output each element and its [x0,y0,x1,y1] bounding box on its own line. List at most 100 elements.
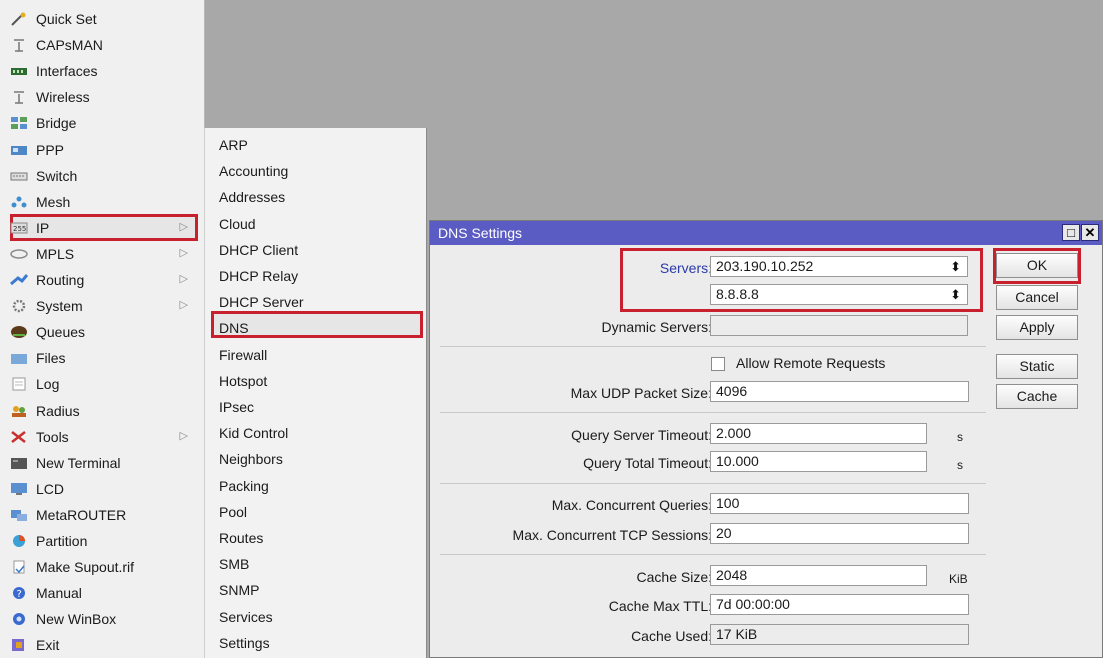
static-button[interactable]: Static [996,354,1078,379]
menu-item-new-winbox[interactable]: New WinBox [0,606,204,632]
users-icon [10,404,28,418]
winbox-icon [10,612,28,626]
menu-item-label: Routing [36,272,85,288]
menu-item-queues[interactable]: Queues [0,319,204,345]
menu-item-tools[interactable]: Tools ▷ [0,424,204,450]
cache-max-ttl-label: Cache Max TTL: [608,598,712,614]
cache-button[interactable]: Cache [996,384,1078,409]
query-server-timeout-field[interactable]: 2.000 [710,423,927,444]
submenu-item-packing[interactable]: Packing [205,473,427,499]
ok-button[interactable]: OK [996,253,1078,278]
submenu-item-dns[interactable]: DNS [205,315,427,341]
cache-size-field[interactable]: 2048 [710,565,927,586]
menu-item-routing[interactable]: Routing ▷ [0,267,204,293]
allow-remote-requests-checkbox[interactable] [711,357,725,371]
menu-item-switch[interactable]: Switch [0,163,204,189]
menu-item-wireless[interactable]: Wireless [0,84,204,110]
submenu-item-hotspot[interactable]: Hotspot [205,368,427,394]
wizard-icon [10,12,28,26]
menu-item-capsman[interactable]: CAPsMAN [0,32,204,58]
menu-item-metarouter[interactable]: MetaROUTER [0,502,204,528]
ip-submenu: ARP Accounting Addresses Cloud DHCP Client DH… [204,128,427,658]
submenu-item-ipsec[interactable]: IPsec [205,394,427,420]
submenu-item-cloud[interactable]: Cloud [205,211,427,237]
menu-item-label: Tools [36,428,69,445]
menu-item-ip[interactable]: 255 IP ▷ [0,215,204,241]
updown-arrow-icon[interactable]: ⬍ [950,286,961,303]
menu-item-label: Wireless [36,89,90,106]
cache-used-field: 17 KiB [710,624,969,645]
submenu-item-smb[interactable]: SMB [205,551,427,577]
dynamic-servers-label: Dynamic Servers: [601,319,712,335]
dns-server-2-field[interactable]: 8.8.8.8 ⬍ [710,284,968,305]
dns-server-1-value: 203.190.10.252 [716,258,814,274]
menu-item-mesh[interactable]: Mesh [0,189,204,215]
query-total-timeout-field[interactable]: 10.000 [710,451,927,472]
menu-item-ppp[interactable]: PPP [0,137,204,163]
submenu-item-dhcp-relay[interactable]: DHCP Relay [205,263,427,289]
mpls-icon [10,247,28,261]
submenu-item-settings[interactable]: Settings [205,630,427,656]
svg-text:255: 255 [13,225,26,233]
apply-button[interactable]: Apply [996,315,1078,340]
submenu-item-neighbors[interactable]: Neighbors [205,446,427,472]
cache-max-ttl-field[interactable]: 7d 00:00:00 [710,594,969,615]
menu-item-label: New WinBox [36,611,117,628]
seconds-unit: s [957,430,963,444]
menu-item-exit[interactable]: Exit [0,632,204,658]
submenu-item-routes[interactable]: Routes [205,525,427,551]
menu-item-label: Radius [36,402,80,419]
menu-item-interfaces[interactable]: Interfaces [0,58,204,84]
menu-item-bridge[interactable]: Bridge [0,110,204,136]
file-icon [10,560,28,574]
window-titlebar[interactable]: DNS Settings □ ✕ [430,221,1102,245]
menu-item-new-terminal[interactable]: New Terminal [0,450,204,476]
menu-item-partition[interactable]: Partition [0,528,204,554]
submenu-item-snmp[interactable]: SNMP [205,577,427,603]
menu-item-label: PPP [36,141,65,158]
submenu-item-arp[interactable]: ARP [205,132,427,158]
menu-item-system[interactable]: System ▷ [0,293,204,319]
menu-item-label: Queues [36,324,86,341]
submenu-item-dhcp-server[interactable]: DHCP Server [205,289,427,315]
submenu-arrow-icon: ▷ [179,299,188,312]
menu-item-log[interactable]: Log [0,371,204,397]
menu-item-manual[interactable]: ? Manual [0,580,204,606]
queues-icon [10,325,28,339]
ppp-icon [10,143,28,157]
menu-item-label: IP [36,219,50,236]
menu-item-make-supout-rif[interactable]: Make Supout.rif [0,554,204,580]
ip-icon: 255 [10,221,28,235]
kib-unit: KiB [949,572,968,586]
query-total-timeout-label: Query Total Timeout: [583,455,712,471]
max-udp-packet-size-field[interactable]: 4096 [710,381,969,402]
menu-item-quick-set[interactable]: Quick Set [0,6,204,32]
submenu-item-kid-control[interactable]: Kid Control [205,420,427,446]
menu-item-label: Partition [36,533,88,549]
cache-size-label: Cache Size: [636,569,712,585]
submenu-item-accounting[interactable]: Accounting [205,158,427,184]
submenu-item-addresses[interactable]: Addresses [205,184,427,210]
submenu-item-firewall[interactable]: Firewall [205,342,427,368]
monitor-icon [10,482,28,496]
restore-icon[interactable]: □ [1062,224,1080,241]
updown-arrow-icon[interactable]: ⬍ [950,258,961,275]
submenu-item-dhcp-client[interactable]: DHCP Client [205,237,427,263]
menu-item-mpls[interactable]: MPLS ▷ [0,241,204,267]
submenu-item-pool[interactable]: Pool [205,499,427,525]
menu-item-lcd[interactable]: LCD [0,476,204,502]
menu-item-label: MPLS [36,245,75,262]
max-concurrent-queries-field[interactable]: 100 [710,493,969,514]
bridge-icon [10,116,28,130]
window-title: DNS Settings [438,225,523,241]
submenu-item-services[interactable]: Services [205,604,427,630]
menu-item-files[interactable]: Files [0,345,204,371]
menu-item-radius[interactable]: Radius [0,398,204,424]
max-concurrent-tcp-sessions-label: Max. Concurrent TCP Sessions: [512,527,712,543]
cancel-button[interactable]: Cancel [996,285,1078,310]
seconds-unit: s [957,458,963,472]
dns-server-1-field[interactable]: 203.190.10.252 ⬍ [710,256,968,277]
close-icon[interactable]: ✕ [1081,224,1099,241]
menu-item-label: Make Supout.rif [36,559,135,576]
max-concurrent-tcp-sessions-field[interactable]: 20 [710,523,969,544]
